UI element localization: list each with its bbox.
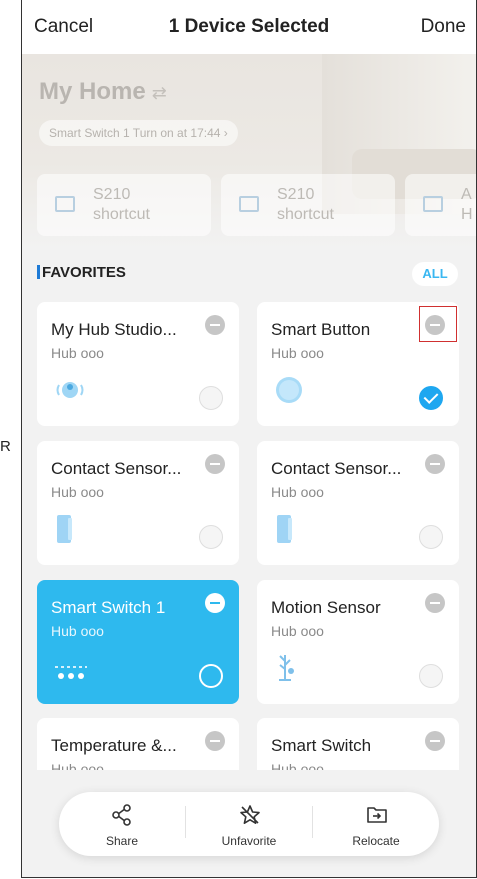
device-hub: Hub ooo xyxy=(51,623,104,639)
smart-switch-device-icon xyxy=(53,661,89,688)
device-name: Smart Switch xyxy=(271,736,372,755)
swap-home-icon: ⇄ xyxy=(151,83,167,103)
favorites-accent-bar xyxy=(37,265,40,279)
relocate-icon xyxy=(367,807,387,823)
relocate-button[interactable]: Relocate xyxy=(313,792,439,856)
smart-button-device-icon xyxy=(273,375,305,410)
select-checkbox[interactable] xyxy=(199,386,223,410)
motion-sensor-device-icon xyxy=(273,651,299,688)
shortcut-icon xyxy=(423,196,443,212)
share-icon xyxy=(112,804,131,826)
contact-sensor-device-icon xyxy=(273,514,297,549)
stray-character: R xyxy=(0,438,11,455)
top-bar: Cancel 1 Device Selected Done xyxy=(22,0,476,54)
home-name: My Home xyxy=(39,78,146,105)
action-toolbar: Share Unfavorite Relocate xyxy=(59,792,439,856)
remove-favorite-icon[interactable] xyxy=(205,731,225,751)
home-selector[interactable]: My Home ⇄ xyxy=(39,78,167,106)
share-button[interactable]: Share xyxy=(59,792,185,856)
unfavorite-label: Unfavorite xyxy=(221,834,277,848)
done-button[interactable]: Done xyxy=(421,16,466,38)
device-card[interactable]: Contact Sensor... Hub ooo xyxy=(257,441,459,565)
device-name: Smart Switch 1 xyxy=(51,598,166,617)
select-checkbox[interactable] xyxy=(419,525,443,549)
remove-favorite-icon[interactable] xyxy=(425,731,445,751)
device-card[interactable]: Motion Sensor Hub ooo xyxy=(257,580,459,704)
device-hub: Hub ooo xyxy=(271,345,324,361)
device-name: Smart Button xyxy=(271,320,371,339)
device-card[interactable]: Smart Button Hub ooo xyxy=(257,302,459,426)
relocate-label: Relocate xyxy=(352,834,400,848)
device-name: Contact Sensor... xyxy=(51,459,182,478)
device-name: My Hub Studio... xyxy=(51,320,177,339)
device-hub: Hub ooo xyxy=(51,484,104,500)
shortcut-subtitle: H xyxy=(461,206,473,223)
shortcut-card[interactable]: S210 shortcut xyxy=(221,174,395,236)
page-title: 1 Device Selected xyxy=(168,16,330,37)
device-hub: Hub ooo xyxy=(51,345,104,361)
select-checkbox[interactable] xyxy=(419,664,443,688)
device-card[interactable]: Contact Sensor... Hub ooo xyxy=(37,441,239,565)
status-pill[interactable]: Smart Switch 1 Turn on at 17:44 › xyxy=(39,120,238,146)
device-card[interactable]: Smart Switch 1 Hub ooo xyxy=(37,580,239,704)
remove-favorite-icon[interactable] xyxy=(205,315,225,335)
hub-device-icon xyxy=(53,375,87,410)
remove-favorite-icon[interactable] xyxy=(205,593,225,613)
phone-screen: Cancel 1 Device Selected Done My Home ⇄ S… xyxy=(21,0,477,878)
shortcut-title: S210 xyxy=(93,186,131,203)
device-name: Contact Sensor... xyxy=(271,459,402,478)
contact-sensor-device-icon xyxy=(53,514,77,549)
select-checkbox[interactable] xyxy=(199,664,223,688)
shortcut-icon xyxy=(239,196,259,212)
select-checkbox[interactable] xyxy=(419,386,443,410)
highlight-box xyxy=(419,306,457,342)
device-card[interactable]: My Hub Studio... Hub ooo xyxy=(37,302,239,426)
shortcut-subtitle: shortcut xyxy=(277,206,334,223)
shortcut-title: S210 xyxy=(277,186,315,203)
shortcut-icon xyxy=(55,196,75,212)
shortcut-card[interactable]: S210 shortcut xyxy=(37,174,211,236)
all-button[interactable]: ALL xyxy=(412,262,458,286)
share-label: Share xyxy=(105,834,139,848)
remove-favorite-icon[interactable] xyxy=(425,593,445,613)
unfavorite-icon xyxy=(240,805,260,824)
device-hub: Hub ooo xyxy=(271,484,324,500)
select-checkbox[interactable] xyxy=(199,525,223,549)
unfavorite-button[interactable]: Unfavorite xyxy=(186,792,312,856)
remove-favorite-icon[interactable] xyxy=(205,454,225,474)
shortcut-title: A xyxy=(461,186,472,203)
device-name: Motion Sensor xyxy=(271,598,381,617)
device-hub: Hub ooo xyxy=(271,623,324,639)
remove-favorite-icon[interactable] xyxy=(425,454,445,474)
device-name: Temperature &... xyxy=(51,736,177,755)
shortcut-card[interactable]: A H xyxy=(405,174,476,236)
shortcut-subtitle: shortcut xyxy=(93,206,150,223)
favorites-heading: FAVORITES xyxy=(37,264,126,281)
